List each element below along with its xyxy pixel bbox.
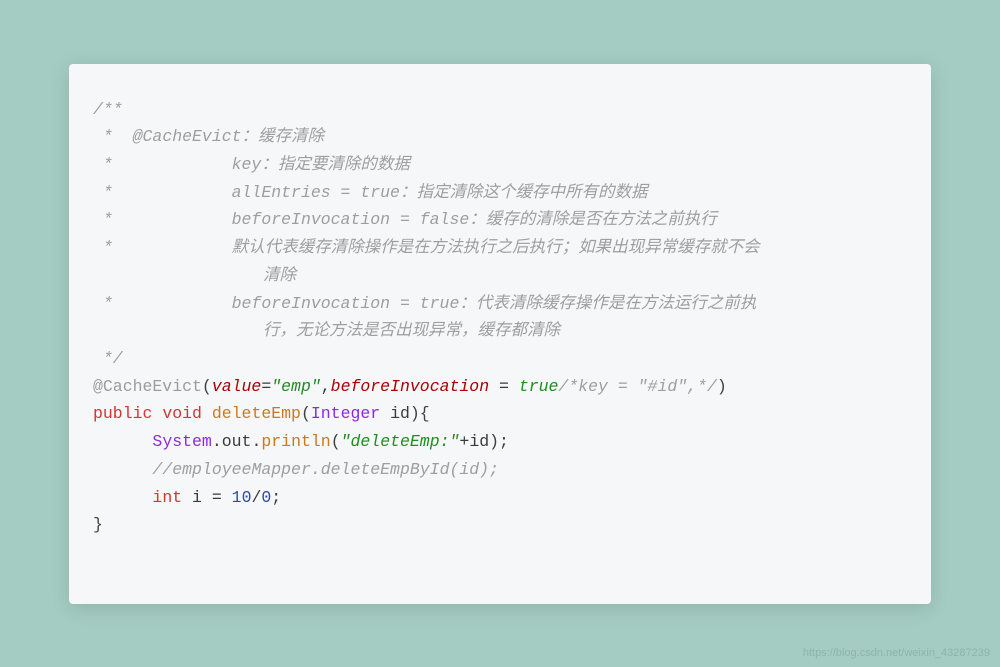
line-comment: //employeeMapper.deleteEmpById(id); (93, 460, 499, 479)
comment-line: * key：指定要清除的数据 (93, 155, 410, 174)
var: i (192, 488, 212, 507)
number: 10 (232, 488, 252, 507)
brace-close: } (93, 515, 103, 534)
indent (93, 488, 152, 507)
paren: ); (489, 432, 509, 451)
keyword: int (152, 488, 182, 507)
annotation: @CacheEvict (93, 377, 202, 396)
number: 0 (261, 488, 271, 507)
comment-line: */ (93, 349, 123, 368)
comment-line: * 默认代表缓存清除操作是在方法执行之后执行；如果出现异常缓存就不会 (93, 238, 760, 257)
attr-key: beforeInvocation (331, 377, 499, 396)
string: "deleteEmp:" (341, 432, 460, 451)
semi: ; (271, 488, 281, 507)
paren: ) (717, 377, 727, 396)
method-name: deleteEmp (212, 404, 301, 423)
dot: . (251, 432, 261, 451)
code-block: /** * @CacheEvict：缓存清除 * key：指定要清除的数据 * … (93, 96, 907, 540)
var-ref: id (469, 432, 489, 451)
comment-line: /** (93, 100, 123, 119)
paren: ( (202, 377, 212, 396)
comment-line: * beforeInvocation = true：代表清除缓存操作是在方法运行… (93, 294, 756, 313)
bool: true (519, 377, 559, 396)
type: Integer (311, 404, 380, 423)
watermark: https://blog.csdn.net/weixin_43287239 (803, 647, 990, 659)
paren: ( (301, 404, 311, 423)
op: + (459, 432, 469, 451)
dot: . (212, 432, 222, 451)
comma: , (321, 377, 331, 396)
keyword: public (93, 404, 152, 423)
op: / (251, 488, 261, 507)
class-ref: System (152, 432, 211, 451)
eq: = (499, 377, 519, 396)
indent (93, 432, 152, 451)
param: id (390, 404, 410, 423)
keyword: void (162, 404, 202, 423)
comment-line: * beforeInvocation = false：缓存的清除是否在方法之前执… (93, 210, 717, 229)
paren: ( (331, 432, 341, 451)
inline-comment: /*key = "#id",*/ (558, 377, 716, 396)
space (152, 404, 162, 423)
code-card: /** * @CacheEvict：缓存清除 * key：指定要清除的数据 * … (69, 64, 931, 604)
string: "emp" (271, 377, 321, 396)
space (182, 488, 192, 507)
space (202, 404, 212, 423)
comment-line: * @CacheEvict：缓存清除 (93, 127, 324, 146)
eq: = (261, 377, 271, 396)
paren-brace: ){ (410, 404, 430, 423)
space (380, 404, 390, 423)
comment-line-cont: 行，无论方法是否出现异常，缓存都清除 (93, 317, 907, 345)
comment-line-cont: 清除 (93, 262, 907, 290)
comment-line: * allEntries = true：指定清除这个缓存中所有的数据 (93, 183, 647, 202)
eq: = (212, 488, 232, 507)
method-call: println (261, 432, 330, 451)
attr-key: value (212, 377, 262, 396)
field: out (222, 432, 252, 451)
